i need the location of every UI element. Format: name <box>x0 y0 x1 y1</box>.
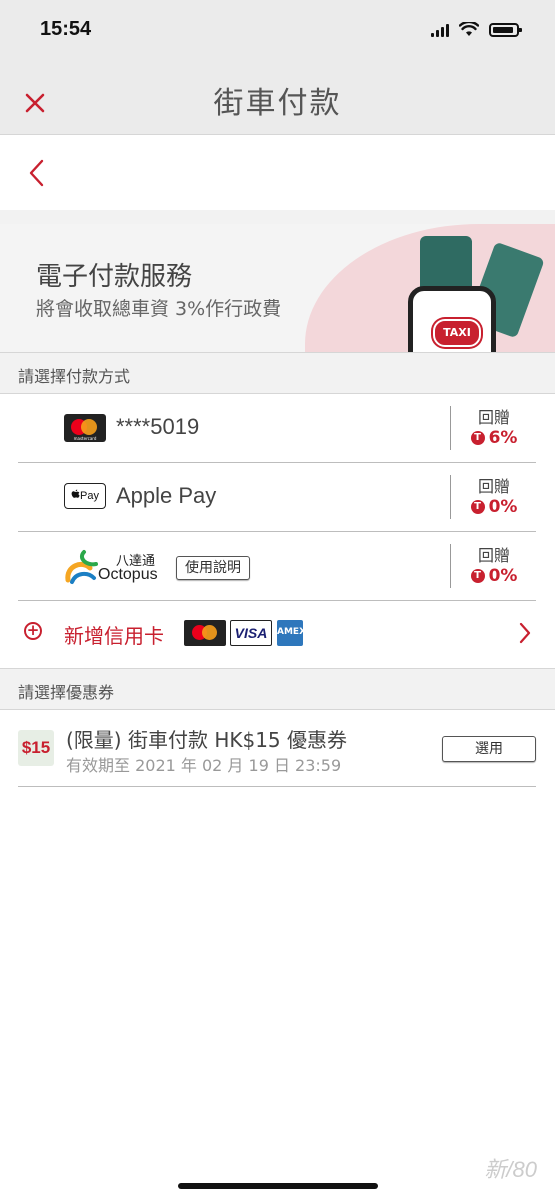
add-circle-icon: + <box>24 622 42 640</box>
voucher-badge-icon: $15 <box>18 730 54 766</box>
rebate-percent: 0% <box>488 566 518 586</box>
rebate-divider <box>450 406 451 450</box>
nav-bar: 街車付款 <box>0 62 555 135</box>
back-chevron-icon[interactable] <box>22 157 52 187</box>
rebate-label: 回贈 <box>477 408 510 427</box>
e-payment-banner: 電子付款服務 將會收取總車資 3%作行政費 TAXI <box>0 224 555 352</box>
back-row <box>0 135 555 210</box>
octopus-icon: 八達通 Octopus <box>64 546 160 588</box>
rebate-value: T 0% <box>458 566 530 586</box>
home-indicator[interactable] <box>178 1183 378 1189</box>
visa-icon: VISA <box>230 620 272 646</box>
banner-subtitle: 將會收取總車資 3%作行政費 <box>36 298 282 320</box>
payment-method-octopus[interactable]: 八達通 Octopus 使用說明 回贈 T 0% <box>18 532 536 601</box>
cellular-signal-icon <box>431 23 449 37</box>
payment-method-label: ****5019 <box>116 414 200 439</box>
token-icon: T <box>470 569 485 583</box>
apple-pay-logo-text: Pay <box>80 490 99 502</box>
divider <box>0 210 555 224</box>
rebate-value: T 6% <box>458 428 530 448</box>
banner-title: 電子付款服務 <box>36 262 193 292</box>
payment-method-label: Apple Pay <box>116 483 217 508</box>
octopus-instructions-button[interactable]: 使用說明 <box>176 556 250 580</box>
chevron-right-icon <box>519 622 531 644</box>
battery-icon <box>489 22 522 37</box>
rebate-divider <box>450 475 451 519</box>
status-icons <box>431 22 522 37</box>
payment-section-title: 請選擇付款方式 <box>18 367 131 386</box>
token-icon: T <box>470 431 485 445</box>
status-time: 15:54 <box>40 18 92 40</box>
octopus-logo-en: Octopus <box>98 566 158 583</box>
voucher-item[interactable]: $15 (限量) 街車付款 HK$15 優惠券 有效期至 2021 年 02 月… <box>18 712 536 787</box>
payment-method-mastercard[interactable]: mastercard ****5019 回贈 T 6% <box>18 394 536 463</box>
mastercard-icon: mastercard <box>64 414 106 442</box>
mastercard-icon <box>184 620 226 646</box>
voucher-title: (限量) 街車付款 HK$15 優惠券 <box>66 728 348 752</box>
add-credit-card-row[interactable]: + 新增信用卡 VISA AMEX <box>18 600 536 666</box>
rebate-percent: 0% <box>488 497 518 517</box>
voucher-validity: 有效期至 2021 年 02 月 19 日 23:59 <box>66 756 342 775</box>
rebate-label: 回贈 <box>477 477 510 496</box>
wifi-icon <box>459 22 479 36</box>
page-title: 街車付款 <box>213 86 342 121</box>
taxi-logo: TAXI <box>433 319 481 347</box>
rebate-value: T 0% <box>458 497 530 517</box>
voucher-section-title: 請選擇優惠券 <box>18 683 115 702</box>
token-icon: T <box>470 500 485 514</box>
select-voucher-button[interactable]: 選用 <box>442 736 536 762</box>
amex-icon: AMEX <box>277 620 306 646</box>
status-bar: 15:54 <box>0 0 555 62</box>
phone-illustration: TAXI <box>408 286 496 352</box>
voucher-section-header: 請選擇優惠券 <box>0 668 555 710</box>
rebate-divider <box>450 544 451 588</box>
rebate-label: 回贈 <box>477 546 510 565</box>
apple-pay-icon: Pay <box>64 483 106 509</box>
payment-method-apple-pay[interactable]: Pay Apple Pay 回贈 T 0% <box>18 463 536 532</box>
add-credit-card-label: 新增信用卡 <box>64 624 164 648</box>
rebate-percent: 6% <box>488 428 518 448</box>
watermark-logo: 新/80 <box>484 1157 537 1182</box>
payment-section-header: 請選擇付款方式 <box>0 352 555 394</box>
